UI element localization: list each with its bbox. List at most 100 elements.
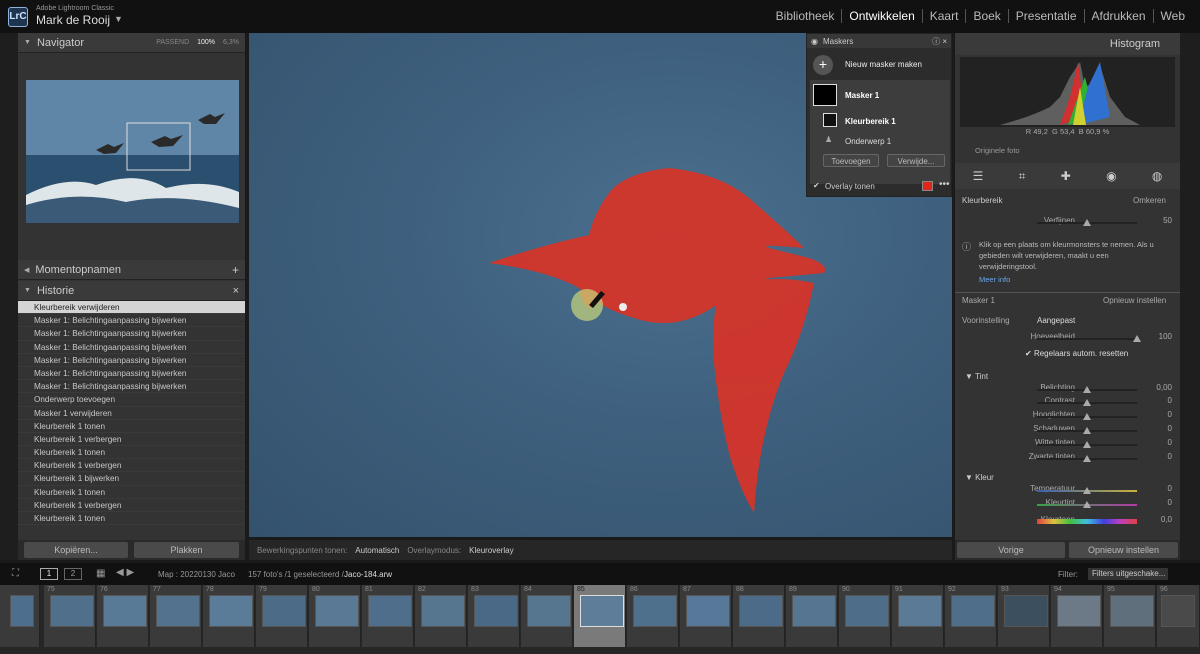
grid-icon[interactable]: ▦ — [96, 568, 105, 579]
history-item[interactable]: Masker 1: Belichtingaanpassing bijwerken — [18, 380, 245, 394]
thumbnail[interactable] — [580, 595, 624, 627]
filmstrip-cell[interactable]: 87 — [680, 585, 732, 647]
navigator-header[interactable]: ▼ Navigator PASSEND 100% 6,3% — [18, 33, 245, 53]
collapse-icon[interactable]: ▼ — [24, 39, 31, 46]
thumbnail[interactable] — [1004, 595, 1048, 627]
filmstrip-cell[interactable]: 77 — [150, 585, 202, 647]
filmstrip-cell[interactable]: 84 — [521, 585, 573, 647]
filmstrip-cell[interactable]: 88 — [733, 585, 785, 647]
more-icon[interactable]: ••• — [939, 179, 950, 190]
close-icon[interactable]: × — [233, 285, 239, 297]
filmstrip-cell[interactable]: 91 — [892, 585, 944, 647]
thumbnail[interactable] — [739, 595, 783, 627]
subject-icon[interactable]: ♟ — [825, 135, 832, 144]
add-button[interactable]: Toevoegen — [823, 154, 879, 167]
filmstrip-cell[interactable]: 75 — [44, 585, 96, 647]
preset-select[interactable]: Aangepast — [1037, 316, 1075, 325]
filmstrip-cell[interactable]: 81 — [362, 585, 414, 647]
filmstrip-cell[interactable]: 96 — [1157, 585, 1200, 647]
history-item[interactable]: Masker 1: Belichtingaanpassing bijwerken — [18, 340, 245, 354]
thumbnail[interactable] — [1110, 595, 1154, 627]
zoom-fit[interactable]: PASSEND — [156, 39, 189, 46]
history-item[interactable]: Masker 1: Belichtingaanpassing bijwerken — [18, 314, 245, 328]
history-item[interactable]: Kleurbereik 1 tonen — [18, 512, 245, 526]
filmstrip-cell[interactable]: 93 — [998, 585, 1050, 647]
paste-button[interactable]: Plakken — [134, 542, 239, 558]
history-item[interactable]: Masker 1: Belichtingaanpassing bijwerken — [18, 327, 245, 341]
thumbnail[interactable] — [792, 595, 836, 627]
filmstrip-cell[interactable]: 79 — [256, 585, 308, 647]
thumbnail[interactable] — [686, 595, 730, 627]
overlay-checkbox[interactable]: ✔ — [813, 181, 820, 190]
collapse-icon[interactable]: ▼ — [24, 287, 31, 294]
module-slideshow[interactable]: Presentatie — [1007, 9, 1084, 23]
filmstrip-cell[interactable]: 92 — [945, 585, 997, 647]
filmstrip-cell[interactable]: 95 — [1104, 585, 1156, 647]
new-mask-button[interactable]: Nieuw masker maken — [845, 60, 922, 69]
filmstrip-cell[interactable] — [0, 585, 40, 647]
subject-label[interactable]: Onderwerp 1 — [845, 137, 891, 146]
hue-slider[interactable]: Kleurtoon0,0 — [955, 515, 1180, 529]
thumbnail[interactable] — [10, 595, 34, 627]
filmstrip-cell[interactable]: 80 — [309, 585, 361, 647]
history-item[interactable]: Kleurbereik 1 tonen — [18, 446, 245, 460]
redeye-icon[interactable]: ◉ — [1106, 169, 1116, 183]
thumbnail[interactable] — [474, 595, 518, 627]
remove-button[interactable]: Verwijde... — [887, 154, 945, 167]
filmstrip-cell[interactable]: 94 — [1051, 585, 1103, 647]
filmstrip-cell[interactable]: 78 — [203, 585, 255, 647]
module-web[interactable]: Web — [1152, 9, 1192, 23]
filmstrip-cell[interactable]: 76 — [97, 585, 149, 647]
history-header[interactable]: ▼ Historie × — [18, 281, 245, 301]
thumbnail[interactable] — [156, 595, 200, 627]
snapshots-header[interactable]: ◀ Momentopnamen + — [18, 260, 245, 280]
filmstrip-cell[interactable]: 89 — [786, 585, 838, 647]
mask-thumbnail[interactable] — [813, 84, 837, 106]
histogram-header[interactable]: Histogram — [955, 33, 1180, 55]
thumbnail[interactable] — [315, 595, 359, 627]
page-1-button[interactable]: 1 — [40, 568, 58, 580]
filmstrip-cell[interactable]: 83 — [468, 585, 520, 647]
mask-icon[interactable]: ◍ — [1152, 169, 1162, 183]
thumbnail[interactable] — [50, 595, 94, 627]
module-print[interactable]: Afdrukken — [1083, 9, 1153, 23]
thumbnail[interactable] — [421, 595, 465, 627]
history-item[interactable]: Kleurbereik 1 tonen — [18, 485, 245, 499]
tone-section-header[interactable]: ▼ Tint — [965, 372, 988, 381]
reset-mask-button[interactable]: Opnieuw instellen — [1103, 296, 1166, 305]
thumbnail[interactable] — [633, 595, 677, 627]
filmstrip-cell[interactable]: 86 — [627, 585, 679, 647]
reset-button[interactable]: Opnieuw instellen — [1069, 542, 1178, 558]
previous-button[interactable]: Vorige — [957, 542, 1065, 558]
auto-reset-checkbox[interactable]: ✔ Regelaars autom. resetten — [1025, 349, 1128, 358]
eye-icon[interactable]: ◉ — [811, 37, 818, 46]
history-item[interactable]: Masker 1 verwijderen — [18, 406, 245, 420]
filmstrip-cell[interactable]: 90 — [839, 585, 891, 647]
expand-icon[interactable]: ◀ — [24, 266, 29, 274]
healing-icon[interactable]: ✚ — [1061, 169, 1071, 183]
zoom-100[interactable]: 100% — [197, 39, 215, 46]
color-range-label[interactable]: Kleurbereik 1 — [845, 117, 896, 126]
page-2-button[interactable]: 2 — [64, 568, 82, 580]
filmstrip-cell[interactable]: 82 — [415, 585, 467, 647]
crop-icon[interactable]: ⌗ — [1019, 169, 1026, 184]
history-item[interactable]: Kleurbereik 1 verbergen — [18, 432, 245, 447]
module-map[interactable]: Kaart — [921, 9, 966, 23]
mask-1-label[interactable]: Masker 1 — [845, 91, 879, 100]
contrast-slider[interactable]: Contrast 0 — [955, 396, 1180, 410]
history-item[interactable]: Kleurbereik 1 tonen — [18, 419, 245, 433]
help-icon[interactable]: ⓘ × — [932, 36, 947, 47]
thumbnail[interactable] — [1057, 595, 1101, 627]
user-name[interactable]: Mark de Rooij — [36, 13, 110, 27]
add-icon[interactable]: + — [232, 263, 239, 277]
filter-select[interactable]: Filters uitgeschake... — [1088, 568, 1168, 580]
overlay-mode-select[interactable]: Kleuroverlay — [469, 546, 513, 555]
thumbnail[interactable] — [1161, 595, 1195, 627]
thumbnail[interactable] — [209, 595, 253, 627]
more-info-link[interactable]: Meer info — [979, 275, 1010, 284]
thumbnail[interactable] — [898, 595, 942, 627]
overlay-color-swatch[interactable] — [922, 181, 933, 191]
amount-slider[interactable]: Hoeveelheid 100 — [955, 332, 1180, 346]
highlights-slider[interactable]: Hooglichten 0 — [955, 410, 1180, 424]
exposure-slider[interactable]: Belichting 0,00 — [955, 383, 1180, 397]
